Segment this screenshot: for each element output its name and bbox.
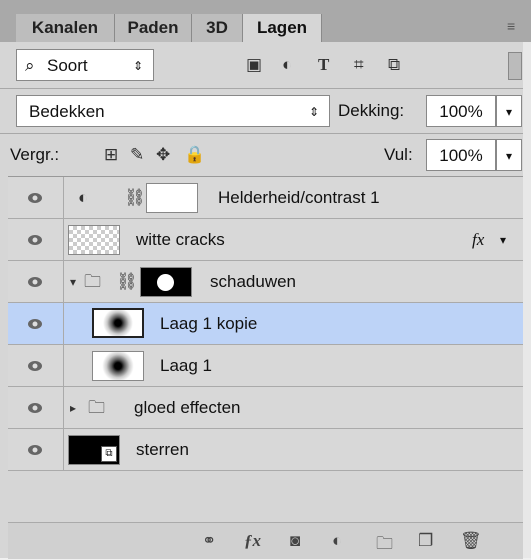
layer-name: Laag 1 kopie: [160, 314, 258, 333]
fx-icon[interactable]: fx: [472, 219, 484, 261]
lock-all-icon[interactable]: 🔒: [184, 139, 205, 171]
search-icon: ⌕: [25, 56, 35, 75]
text-filter-icon[interactable]: T: [318, 49, 329, 81]
layer-name: Laag 1: [160, 356, 212, 375]
blend-mode-value: Bedekken: [29, 102, 105, 121]
opacity-input[interactable]: 100%: [426, 95, 496, 127]
link-layers-icon[interactable]: ⚭: [202, 531, 216, 551]
new-group-icon[interactable]: 🗀: [376, 531, 393, 560]
visibility-toggle[interactable]: [8, 387, 64, 428]
layer-thumbnail[interactable]: [68, 225, 120, 255]
layer-name: schaduwen: [210, 272, 297, 291]
folder-icon: 🗀: [88, 398, 105, 417]
mask-thumbnail[interactable]: [146, 183, 198, 213]
eye-icon: [28, 445, 42, 455]
fill-dropdown-button[interactable]: ▾: [496, 139, 522, 171]
tab-3d[interactable]: 3D: [192, 14, 243, 42]
lock-label: Vergr.:: [10, 145, 60, 164]
lock-transparency-icon[interactable]: ⊞: [104, 139, 118, 171]
expand-effects-icon[interactable]: ▾: [500, 219, 506, 261]
layers-list: ◐ ⛓ Helderheid/contrast 1 witte cracks f…: [8, 176, 523, 523]
folder-icon: 🗀: [84, 272, 101, 291]
shape-filter-icon[interactable]: ⌗: [354, 49, 364, 81]
layer-row[interactable]: ◐ ⛓ Helderheid/contrast 1: [8, 177, 523, 219]
adjustment-filter-icon[interactable]: ◐: [282, 49, 292, 81]
visibility-toggle[interactable]: [8, 345, 64, 386]
mask-shape: [157, 274, 174, 291]
tab-paden[interactable]: Paden: [115, 14, 192, 42]
filter-row: ⌕ Soort ⇕ ▣ ◐ T ⌗ ⧉: [0, 42, 531, 88]
adjustment-icon: ◐: [78, 188, 89, 207]
tab-kanalen[interactable]: Kanalen: [16, 14, 115, 42]
expand-group-icon[interactable]: ▾: [70, 266, 76, 298]
eye-icon: [28, 193, 42, 203]
collapse-group-icon[interactable]: ▸: [70, 392, 76, 424]
layer-thumbnail[interactable]: ⧉: [68, 435, 120, 465]
visibility-toggle[interactable]: [8, 429, 64, 470]
lock-brush-icon[interactable]: ✎: [130, 139, 144, 171]
updown-icon: ⇕: [308, 105, 319, 119]
updown-icon: ⇕: [132, 59, 143, 73]
layer-row[interactable]: ▾ 🗀 ⛓ schaduwen: [8, 261, 523, 303]
layer-row[interactable]: witte cracks fx ▾: [8, 219, 523, 261]
tab-lagen[interactable]: Lagen: [243, 14, 322, 42]
visibility-toggle[interactable]: [8, 303, 64, 344]
eye-icon: [28, 235, 42, 245]
smart-object-filter-icon[interactable]: ⧉: [388, 49, 400, 81]
fill-input[interactable]: 100%: [426, 139, 496, 171]
tab-bar: Kanalen Paden 3D Lagen ≡: [0, 0, 531, 42]
layer-name: Helderheid/contrast 1: [218, 188, 380, 207]
visibility-toggle[interactable]: [8, 177, 64, 218]
lock-move-icon[interactable]: ✥: [156, 139, 170, 171]
filter-kind-value: Soort: [47, 56, 88, 75]
layer-thumbnail[interactable]: [92, 351, 144, 381]
layer-name: witte cracks: [136, 230, 225, 249]
scrollbar[interactable]: [523, 42, 531, 558]
eye-icon: [28, 277, 42, 287]
filter-toggle[interactable]: [508, 52, 522, 80]
add-mask-icon[interactable]: ◙: [290, 531, 300, 551]
filter-kind-select[interactable]: ⌕ Soort ⇕: [16, 49, 154, 81]
new-layer-icon[interactable]: ❐: [418, 531, 433, 551]
layer-row[interactable]: Laag 1: [8, 345, 523, 387]
layer-row[interactable]: Laag 1 kopie: [8, 303, 523, 345]
visibility-toggle[interactable]: [8, 261, 64, 302]
eye-icon: [28, 403, 42, 413]
opacity-dropdown-button[interactable]: ▾: [496, 95, 522, 127]
layer-thumbnail[interactable]: [92, 308, 144, 338]
blend-row: Bedekken ⇕ Dekking: 100% ▾: [0, 89, 531, 133]
delete-layer-icon[interactable]: 🗑: [460, 531, 482, 551]
image-filter-icon[interactable]: ▣: [246, 49, 262, 81]
opacity-label: Dekking:: [338, 101, 405, 120]
layers-toolbar: ⚭ ƒx ◙ ◐ 🗀 ❐ 🗑: [8, 522, 523, 559]
blend-mode-select[interactable]: Bedekken ⇕: [16, 95, 330, 127]
layer-name: sterren: [136, 440, 189, 459]
lock-row: Vergr.: ⊞ ✎ ✥ 🔒 Vul: 100% ▾: [0, 134, 531, 176]
eye-icon: [28, 319, 42, 329]
layer-row[interactable]: ⧉ sterren: [8, 429, 523, 471]
layer-row[interactable]: ▸ 🗀 gloed effecten: [8, 387, 523, 429]
smart-object-icon: ⧉: [101, 446, 117, 462]
link-icon[interactable]: ⛓: [124, 182, 146, 214]
mask-thumbnail[interactable]: [140, 267, 192, 297]
new-adjustment-icon[interactable]: ◐: [332, 531, 342, 551]
add-style-icon[interactable]: ƒx: [244, 531, 261, 551]
fill-label: Vul:: [384, 145, 413, 164]
layer-name: gloed effecten: [134, 398, 241, 417]
layers-panel: Kanalen Paden 3D Lagen ≡ ⌕ Soort ⇕ ▣ ◐ T…: [0, 0, 531, 559]
link-icon[interactable]: ⛓: [116, 266, 138, 298]
eye-icon: [28, 361, 42, 371]
visibility-toggle[interactable]: [8, 219, 64, 260]
panel-menu-icon[interactable]: ≡: [507, 18, 523, 34]
